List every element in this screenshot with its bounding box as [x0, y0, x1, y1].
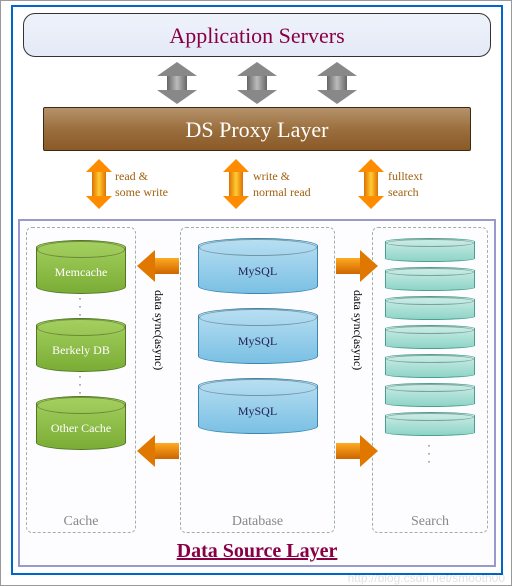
bidir-arrow-icon [237, 62, 277, 104]
flow-arrow-db-icon [223, 159, 249, 209]
cache-column: Memcache ··· Berkely DB ··· Other Cache … [26, 227, 136, 533]
search-disk-icon [385, 325, 475, 349]
cache-item-label: Other Cache [37, 421, 125, 436]
flow-db-line2: normal read [253, 185, 311, 200]
search-column-title: Search [373, 514, 487, 530]
flow-db-line1: write & [253, 169, 290, 184]
sync-arrow-left-icon [137, 431, 179, 471]
sync-group-cache: data sync(async) [137, 246, 179, 471]
cache-item-label: Memcache [37, 265, 125, 280]
search-disk-icon [385, 412, 475, 436]
database-column-title: Database [181, 514, 334, 530]
sync-group-search: data sync(async) [336, 246, 378, 471]
vertical-dots-icon: ··· [27, 372, 135, 396]
db-item-label: MySQL [199, 264, 317, 279]
vertical-dots-icon: ··· [373, 441, 487, 465]
search-disk-icon [385, 238, 475, 262]
db-cylinder-icon: MySQL [198, 238, 318, 294]
search-disk-icon [385, 296, 475, 320]
bidir-arrow-icon [317, 62, 357, 104]
database-column: MySQL MySQL MySQL Database [180, 227, 335, 533]
search-column: ··· Search [372, 227, 488, 533]
db-cylinder-icon: MySQL [198, 378, 318, 434]
vertical-dots-icon: ··· [27, 294, 135, 318]
data-source-layer-title: Data Source Layer [20, 540, 494, 563]
application-servers-label: Application Servers [169, 23, 344, 48]
sync-label: data sync(async) [151, 290, 166, 370]
sync-label: data sync(async) [350, 290, 365, 370]
sync-arrow-left-icon [137, 246, 179, 286]
watermark-text: http://blog.csdn.net/smooth00 [348, 571, 505, 585]
bidir-arrow-icon [157, 62, 197, 104]
cache-cylinder-icon: Memcache [36, 240, 126, 294]
flow-arrow-search-icon [358, 159, 384, 209]
flow-search-line2: search [388, 185, 419, 200]
db-item-label: MySQL [199, 404, 317, 419]
flow-cache-line2: some write [115, 185, 168, 200]
cache-cylinder-icon: Other Cache [36, 396, 126, 450]
cache-cylinder-icon: Berkely DB [36, 318, 126, 372]
flow-cache-line1: read & [115, 169, 148, 184]
search-disk-icon [385, 383, 475, 407]
ds-proxy-label: DS Proxy Layer [186, 117, 329, 142]
db-item-label: MySQL [199, 334, 317, 349]
application-servers-box: Application Servers [23, 13, 491, 57]
data-source-layer-box: Memcache ··· Berkely DB ··· Other Cache … [18, 219, 496, 567]
ds-proxy-layer-box: DS Proxy Layer [43, 107, 471, 151]
cache-item-label: Berkely DB [37, 343, 125, 358]
outer-frame: Application Servers DS Proxy Layer read … [11, 5, 503, 575]
arrow-row-gray [13, 62, 501, 104]
search-disk-icon [385, 267, 475, 291]
flow-search-line1: fulltext [388, 169, 423, 184]
db-cylinder-icon: MySQL [198, 308, 318, 364]
sync-arrow-right-icon [336, 246, 378, 286]
cache-column-title: Cache [27, 514, 135, 530]
arrow-row-orange: read & some write write & normal read fu… [13, 159, 501, 217]
sync-arrow-right-icon [336, 431, 378, 471]
search-disk-icon [385, 354, 475, 378]
flow-arrow-cache-icon [86, 159, 112, 209]
